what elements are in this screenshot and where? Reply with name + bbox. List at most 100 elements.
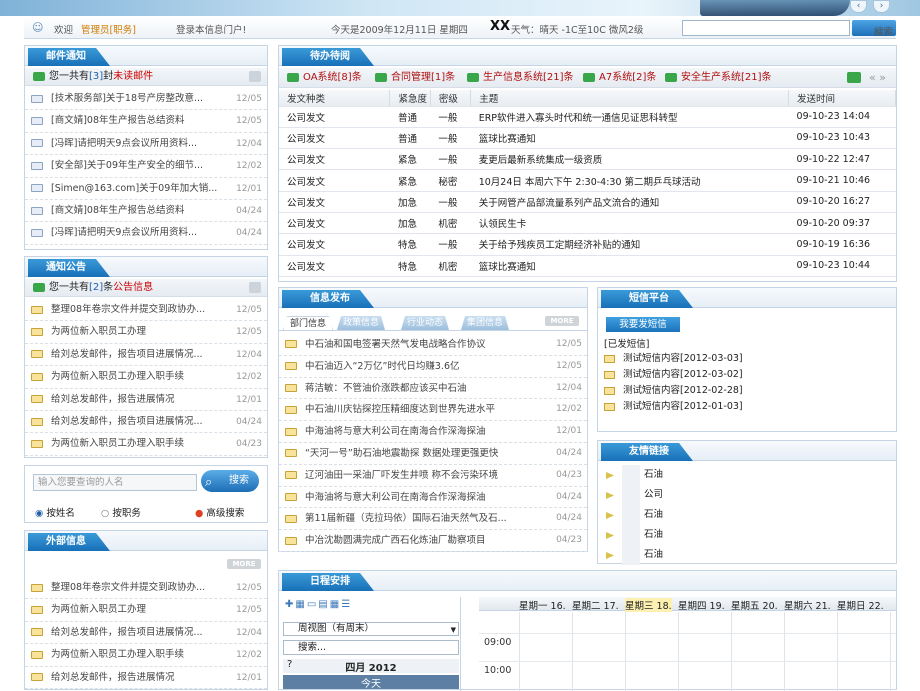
week-view-icon[interactable]: ▭	[307, 599, 318, 610]
list-view-icon[interactable]: ☰	[341, 599, 352, 610]
mail-item[interactable]: [商文婧]08年生产报告总结资料 12/05	[25, 110, 267, 133]
info-item[interactable]: 中石油和国电签署天然气发电战略合作协议 12/05	[279, 334, 587, 356]
info-item[interactable]: 中石油川庆钻探控压精细度达到世界先进水平 12/02	[279, 399, 587, 422]
notice-item[interactable]: 给刘总发邮件，报告进展情况 12/01	[25, 389, 267, 411]
day-header[interactable]: 星期六 21.	[784, 598, 831, 612]
sms-item[interactable]: 测试短信内容[2012-03-02]	[604, 366, 743, 380]
sms-item[interactable]: 测试短信内容[2012-03-03]	[604, 350, 743, 364]
radio-by-role[interactable]: ○ 按职务	[101, 505, 141, 519]
todo-tab[interactable]: OA系统[8]条	[287, 68, 362, 88]
month-view-icon[interactable]: ▤	[318, 599, 329, 610]
mail-item[interactable]: [冯晖]请把明天9点会议所用资料... 04/24	[25, 222, 267, 245]
new-event-icon[interactable]: ✚	[285, 599, 295, 610]
magnifier-icon[interactable]	[249, 282, 261, 293]
day-header[interactable]: 星期四 19.	[678, 598, 725, 612]
mail-item[interactable]: [安全部]关于09年生产安全的细节... 12/02	[25, 155, 267, 178]
column-header[interactable]: 紧急度	[389, 90, 431, 107]
external-item[interactable]: 为两位新入职员工办理 12/05	[25, 599, 267, 622]
info-item[interactable]: 中海油将与意大利公司在南海合作深海探油 04/24	[279, 487, 587, 509]
mail-count[interactable]: [3]	[89, 71, 103, 82]
notice-count[interactable]: [2]	[89, 282, 103, 293]
table-row[interactable]: 公司发文 加急 机密 认领民生卡 09-10-20 09:37	[279, 212, 896, 235]
mail-item[interactable]: [技术服务部]关于18号产房整改意... 12/05	[25, 88, 267, 111]
info-tab[interactable]: 政策信息	[337, 316, 385, 330]
send-sms-button[interactable]: 我要发短信	[606, 317, 680, 332]
info-tab[interactable]: 集团信息	[461, 316, 509, 330]
link-item[interactable]: 石油	[598, 525, 896, 545]
todo-tab[interactable]: A7系统[2]条	[583, 68, 656, 88]
notice-item[interactable]: 给刘总发邮件，报告项目进展情况... 12/04	[25, 344, 267, 367]
day-header[interactable]: 星期日 22.	[837, 598, 884, 612]
global-search-button[interactable]: ⌕ 搜索	[852, 20, 896, 38]
todo-tab[interactable]: 安全生产系统[21]条	[665, 68, 772, 88]
table-row[interactable]: 公司发文 紧急 一般 麦更后最新系统集成一级资质 09-10-22 12:47	[279, 148, 896, 171]
column-header[interactable]: 主题	[470, 90, 790, 107]
day-view-icon[interactable]: ▦	[295, 599, 306, 610]
tab-nav-arrows[interactable]: « »	[869, 68, 886, 88]
todo-tab[interactable]: 生产信息系统[21]条	[467, 68, 574, 88]
info-item[interactable]: 蒋洁敏：不管油价涨跌都应该买中石油 12/04	[279, 378, 587, 400]
unread-mail-link[interactable]: 未读邮件	[113, 71, 153, 82]
info-more-button[interactable]: MORE	[545, 316, 579, 326]
table-row[interactable]: 公司发文 普通 一般 篮球比赛通知 09-10-23 10:43	[279, 127, 896, 150]
person-search-input[interactable]: 输入您要查询的人名	[33, 474, 197, 491]
notice-item[interactable]: 整理08年卷宗文件并提交到政协办... 12/05	[25, 299, 267, 322]
info-tab[interactable]: 部门信息	[283, 316, 333, 330]
expand-icon[interactable]	[249, 71, 261, 82]
table-row[interactable]: 公司发文 紧急 秘密 10月24日 本周六下午 2:30-4:30 第二期乒乓球活动 0…	[279, 169, 896, 192]
info-item[interactable]: 中海油将与意大利公司在南海合作深海探油 12/01	[279, 421, 587, 443]
person-search-button[interactable]: ⌕ 搜索	[201, 470, 259, 492]
column-header[interactable]: 密级	[430, 90, 472, 107]
mail-item[interactable]: [冯晖]请把明天9点会议所用资料... 12/04	[25, 133, 267, 156]
notice-item[interactable]: 为两位新入职员工办理入职手续 12/02	[25, 366, 267, 389]
radio-by-name[interactable]: ◉ 按姓名	[35, 505, 75, 519]
info-tab[interactable]: 行业动态	[401, 316, 449, 330]
mail-item[interactable]: [商文婧]08年生产报告总结资料 04/24	[25, 200, 267, 223]
day-header[interactable]: 星期二 17.	[572, 598, 619, 612]
notice-item[interactable]: 为两位新入职员工办理入职手续 04/23	[25, 433, 267, 456]
info-item[interactable]: “天河一号”助石油地震勘探 数据处理更强更快 04/24	[279, 443, 587, 465]
info-item[interactable]: 第11届新疆（克拉玛依）国际石油天然气及石... 04/24	[279, 508, 587, 531]
info-item[interactable]: 辽河油田一采油厂吓发生井喷 称不会污染环境 04/23	[279, 465, 587, 487]
advanced-search-link[interactable]: ● 高级搜索	[195, 505, 244, 519]
external-item[interactable]: 给刘总发邮件，报告项目进展情况... 12/04	[25, 622, 267, 645]
speaker-icon	[285, 383, 297, 392]
column-header[interactable]: 发文种类	[279, 90, 391, 107]
info-item[interactable]: 中石油迈入“2万亿”时代日均赚3.6亿 12/05	[279, 356, 587, 378]
notice-item[interactable]: 给刘总发邮件，报告项目进展情况... 04/24	[25, 411, 267, 434]
sms-item[interactable]: 测试短信内容[2012-02-28]	[604, 382, 743, 396]
external-item[interactable]: 给刘总发邮件，报告进展情况 12/01	[25, 667, 267, 689]
day-header[interactable]: 星期五 20.	[731, 598, 778, 612]
table-row[interactable]: 公司发文 特急 机密 篮球比赛通知 09-10-23 10:44	[279, 255, 896, 277]
user-role[interactable]: 管理员[职务]	[81, 22, 136, 36]
info-item[interactable]: 中冶沈勘圆满完成广西石化炼油厂勘察项目 04/23	[279, 530, 587, 552]
external-more-button[interactable]: MORE	[227, 559, 261, 569]
external-item[interactable]: 整理08年卷宗文件并提交到政协办... 12/05	[25, 577, 267, 600]
link-item[interactable]: 石油	[598, 545, 896, 565]
help-button[interactable]: ?	[287, 659, 292, 670]
item-date: 12/01	[556, 426, 582, 437]
link-item[interactable]: 公司	[598, 485, 896, 505]
day-header[interactable]: 星期一 16.	[519, 598, 566, 612]
notice-info-link[interactable]: 公告信息	[113, 282, 153, 293]
view-select[interactable]: 周视图（有周末） ▼	[283, 622, 459, 636]
day-header[interactable]: 星期三 18.	[625, 598, 672, 612]
table-row[interactable]: 公司发文 加急 一般 关于网管产品部流量系列产品文流合的通知 09-10-20 16:2…	[279, 191, 896, 213]
table-row[interactable]: 公司发文 普通 一般 ERP软件进入寡头时代和统一通信见证思科转型 09-10-23 1…	[279, 106, 896, 128]
global-search-input[interactable]	[682, 20, 850, 36]
schedule-toolbar-icons[interactable]: ✚▦▭▤▦☰	[285, 599, 352, 610]
schedule-search-input[interactable]: 搜索...	[283, 640, 459, 655]
tab-scroll-icon[interactable]	[847, 72, 861, 83]
sms-item[interactable]: 测试短信内容[2012-01-03]	[604, 398, 743, 412]
column-header[interactable]: 发送时间	[788, 90, 896, 107]
external-item[interactable]: 为两位新入职员工办理入职手续 12/02	[25, 644, 267, 667]
notice-item[interactable]: 为两位新入职员工办理 12/05	[25, 321, 267, 344]
link-item[interactable]: 石油	[598, 465, 896, 485]
link-item[interactable]: 石油	[598, 505, 896, 525]
mail-item[interactable]: [Simen@163.com]关于09年加大销... 12/01	[25, 178, 267, 200]
todo-tab[interactable]: 合同管理[1]条	[375, 68, 455, 88]
today-button[interactable]: 今天	[283, 675, 459, 690]
grid-view-icon[interactable]: ▦	[330, 599, 341, 610]
table-row[interactable]: 公司发文 特急 一般 关于给予残疾员工定期经济补贴的通知 09-10-19 16:36	[279, 233, 896, 256]
table-cell: 一般	[430, 148, 471, 171]
